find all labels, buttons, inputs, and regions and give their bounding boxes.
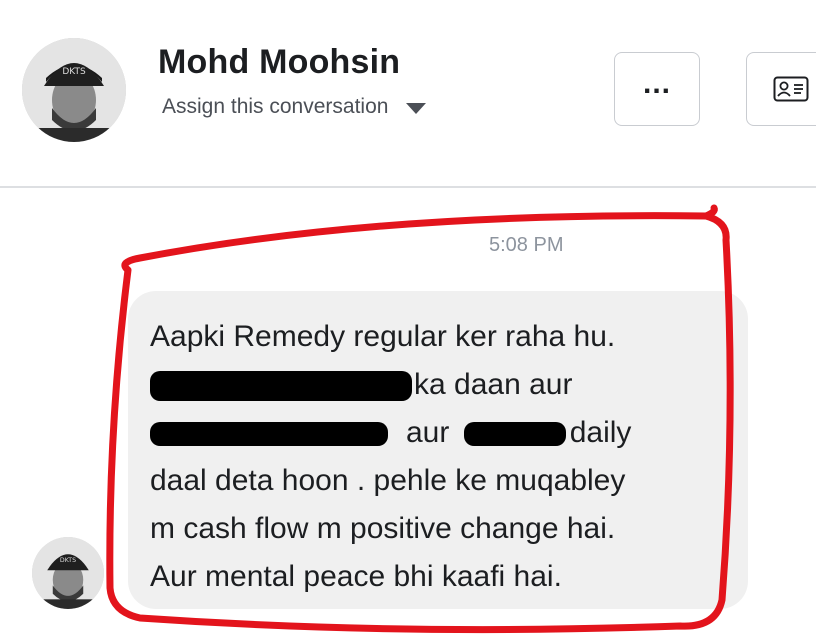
message-line: Aur mental peace bhi kaafi hai. [150, 553, 728, 601]
message-text: aur [406, 416, 450, 449]
header-divider [0, 186, 816, 188]
message-line: m cash flow m positive change hai. [150, 505, 728, 553]
sender-avatar: DKTS [32, 537, 104, 609]
ellipsis-icon: ... [642, 67, 671, 100]
svg-text:DKTS: DKTS [62, 67, 86, 77]
contact-name: Mohd Moohsin [158, 43, 401, 81]
more-options-button[interactable]: ... [614, 52, 700, 126]
message-timestamp: 5:08 PM [489, 234, 564, 256]
assign-label: Assign this conversation [162, 95, 389, 118]
message-line: daal deta hoon . pehle ke muqabley [150, 457, 728, 505]
svg-text:DKTS: DKTS [60, 557, 76, 564]
avatar-photo-icon: DKTS [22, 38, 126, 142]
message-line: Aapki Remedy regular ker raha hu. [150, 313, 728, 361]
message-text: m cash flow m positive change hai. [150, 512, 616, 545]
redaction-mark [150, 371, 412, 402]
contact-avatar[interactable]: DKTS [22, 38, 126, 142]
assign-conversation-dropdown[interactable]: Assign this conversation [162, 95, 427, 119]
message-bubble: Aapki Remedy regular ker raha hu. ka daa… [128, 291, 748, 609]
redaction-mark [150, 422, 388, 447]
conversation-header: DKTS Mohd Moohsin Assign this conversati… [0, 0, 816, 186]
message-text: daal deta hoon . pehle ke muqabley [150, 464, 626, 497]
avatar-photo-icon: DKTS [32, 537, 104, 609]
caret-down-icon [406, 102, 427, 114]
message-text: Aur mental peace bhi kaafi hai. [150, 560, 562, 593]
message-text: daily [569, 416, 632, 449]
message-line: aur daily [150, 409, 728, 457]
contact-card-icon [773, 76, 809, 102]
message-text: ka daan aur [414, 368, 573, 401]
contact-info-button[interactable] [746, 52, 816, 126]
message-text: Aapki Remedy regular ker raha hu. [150, 320, 616, 353]
message-line: ka daan aur [150, 361, 728, 409]
redaction-mark [463, 422, 566, 447]
